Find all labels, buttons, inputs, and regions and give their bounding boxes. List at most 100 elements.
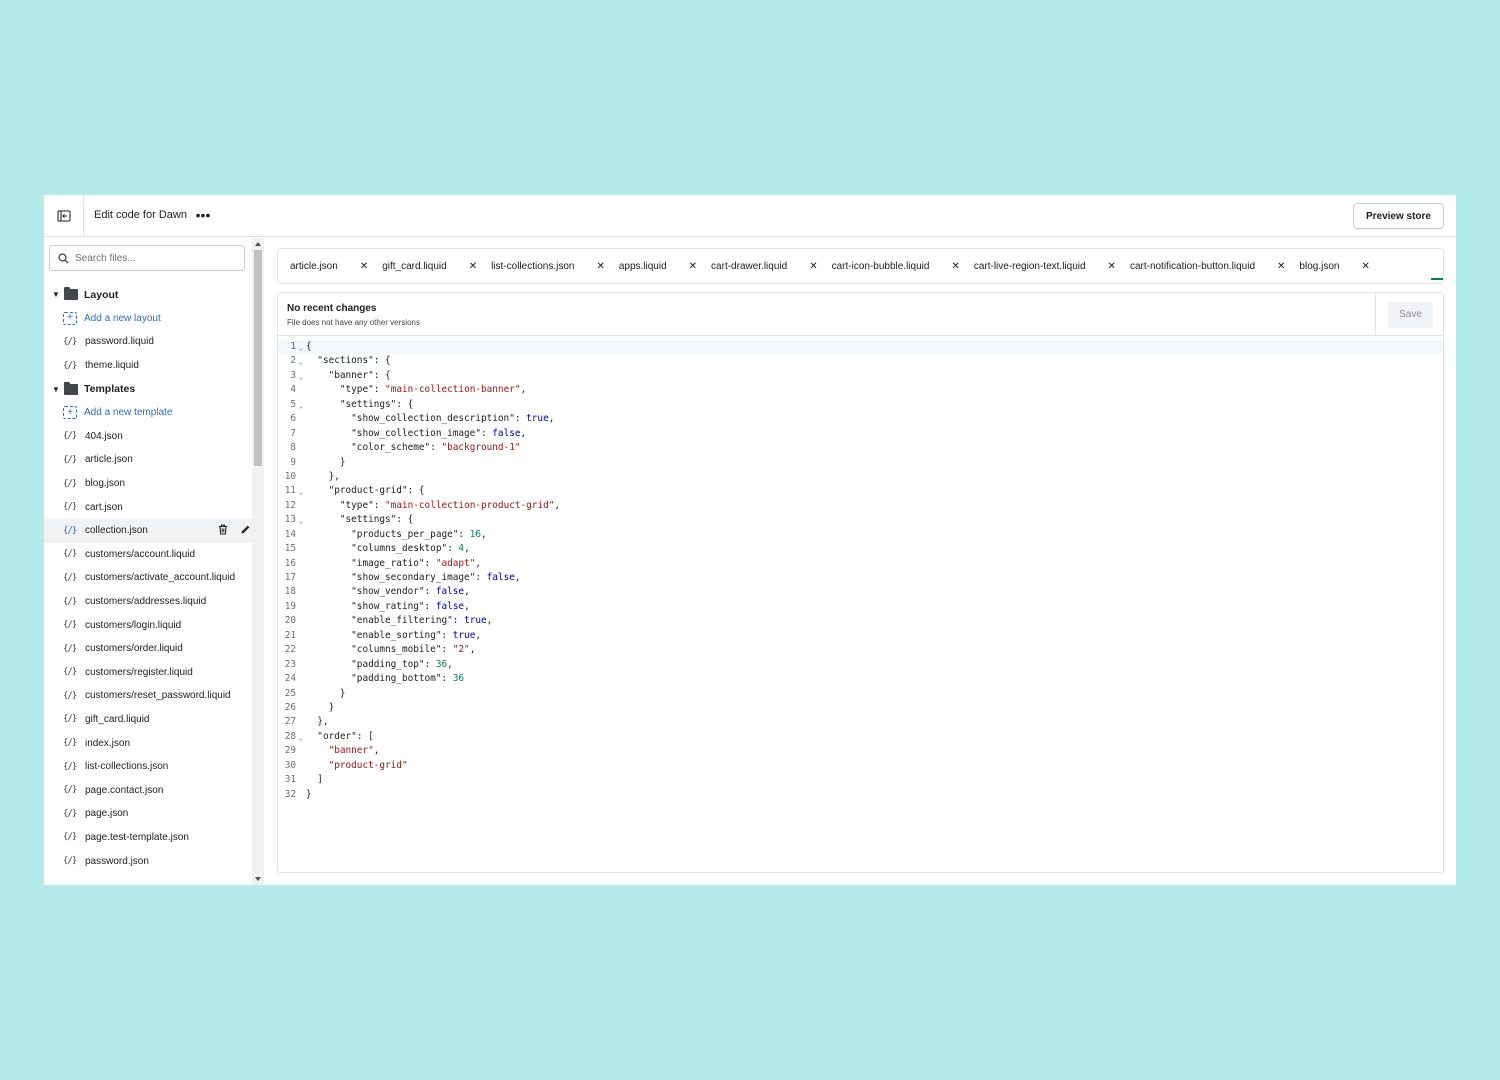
code-line[interactable]: 8 "color_scheme": "background-1" <box>278 441 1443 455</box>
scroll-down-arrow-icon[interactable] <box>255 877 261 881</box>
search-box[interactable] <box>49 245 245 271</box>
code-line[interactable]: 27 }, <box>278 715 1443 729</box>
file-item[interactable]: {/} password.liquid <box>44 330 254 354</box>
fold-chevron-icon[interactable]: ⌄ <box>296 398 306 412</box>
file-item[interactable]: {/} gift_card.liquid <box>44 708 254 732</box>
fold-chevron-icon[interactable]: ⌄ <box>296 354 306 368</box>
code-line[interactable]: 31 ] <box>278 773 1443 787</box>
more-actions-button[interactable]: ••• <box>194 205 212 225</box>
code-line[interactable]: 12 "type": "main-collection-product-grid… <box>278 499 1443 513</box>
code-editor[interactable]: 1 ⌄{2 ⌄ "sections": {3 ⌄ "banner": {4 "type… <box>278 340 1443 870</box>
file-item[interactable]: {/} theme.liquid <box>44 354 254 378</box>
file-item[interactable]: {/} password.json <box>44 849 254 873</box>
close-tab-icon[interactable]: ✕ <box>809 261 817 272</box>
add-new-template-link[interactable]: + Add a new template <box>44 401 254 425</box>
code-line[interactable]: 25 } <box>278 687 1443 701</box>
file-item[interactable]: {/} page.json <box>44 802 254 826</box>
code-line[interactable]: 9 } <box>278 456 1443 470</box>
code-line[interactable]: 22 "columns_mobile": "2", <box>278 643 1443 657</box>
code-line[interactable]: 3 ⌄ "banner": { <box>278 369 1443 383</box>
editor-tab[interactable]: gift_card.liquid ✕ <box>382 248 491 284</box>
close-tab-icon[interactable]: ✕ <box>951 261 959 272</box>
fold-chevron-icon[interactable]: ⌄ <box>296 484 306 498</box>
add-new-layout-link[interactable]: + Add a new layout <box>44 307 254 331</box>
fold-chevron-icon[interactable]: ⌄ <box>296 340 306 354</box>
code-line[interactable]: 26 } <box>278 701 1443 715</box>
code-line[interactable]: 19 "show_rating": false, <box>278 600 1443 614</box>
delete-icon[interactable] <box>216 523 230 537</box>
fold-chevron-icon[interactable]: ⌄ <box>296 513 306 527</box>
tab-label: article.json <box>290 260 338 272</box>
editor-tab[interactable]: apps.liquid ✕ <box>619 248 711 284</box>
code-line[interactable]: 5 ⌄ "settings": { <box>278 398 1443 412</box>
close-tab-icon[interactable]: ✕ <box>596 261 604 272</box>
close-tab-icon[interactable]: ✕ <box>469 261 477 272</box>
sidebar-scrollbar[interactable] <box>252 238 264 885</box>
editor-tab[interactable]: cart-notification-button.liquid ✕ <box>1130 248 1299 284</box>
file-item[interactable]: {/} page.contact.json <box>44 778 254 802</box>
fold-chevron-icon[interactable]: ⌄ <box>296 369 306 383</box>
code-line[interactable]: 13 ⌄ "settings": { <box>278 513 1443 527</box>
code-line[interactable]: 24 "padding_bottom": 36 <box>278 672 1443 686</box>
folder-templates[interactable]: ▼ Templates <box>44 377 254 401</box>
code-line[interactable]: 30 "product-grid" <box>278 759 1443 773</box>
code-line[interactable]: 16 "image_ratio": "adapt", <box>278 557 1443 571</box>
code-line[interactable]: 29 "banner", <box>278 744 1443 758</box>
exit-button[interactable] <box>44 195 84 237</box>
code-line[interactable]: 1 ⌄{ <box>278 340 1443 355</box>
file-item[interactable]: {/} list-collections.json <box>44 755 254 779</box>
scrollbar-thumb[interactable] <box>254 250 262 466</box>
close-tab-icon[interactable]: ✕ <box>1361 261 1369 272</box>
file-item[interactable]: {/} article.json <box>44 448 254 472</box>
file-item[interactable]: {/} cart.json <box>44 495 254 519</box>
editor-tab[interactable]: cart-drawer.liquid ✕ <box>711 248 832 284</box>
rename-pencil-icon[interactable] <box>238 523 252 537</box>
code-line[interactable]: 2 ⌄ "sections": { <box>278 354 1443 368</box>
code-line[interactable]: 11 ⌄ "product-grid": { <box>278 484 1443 498</box>
file-item[interactable]: {/} customers/reset_password.liquid <box>44 684 254 708</box>
fold-chevron-icon[interactable]: ⌄ <box>296 730 306 744</box>
file-item[interactable]: {/} page.test-template.json <box>44 826 254 850</box>
close-tab-icon[interactable]: ✕ <box>1277 261 1285 272</box>
code-line[interactable]: 18 "show_vendor": false, <box>278 585 1443 599</box>
file-item[interactable]: {/} 404.json <box>44 425 254 449</box>
close-tab-icon[interactable]: ✕ <box>689 261 697 272</box>
file-item[interactable]: {/} index.json <box>44 731 254 755</box>
file-item[interactable]: {/} customers/addresses.liquid <box>44 590 254 614</box>
code-line[interactable]: 10 }, <box>278 470 1443 484</box>
editor-tab[interactable]: cart-live-region-text.liquid ✕ <box>974 248 1130 284</box>
editor-tab[interactable]: blog.json ✕ <box>1299 248 1383 284</box>
file-item[interactable]: {/} customers/activate_account.liquid <box>44 566 254 590</box>
file-item[interactable]: {/} customers/account.liquid <box>44 543 254 567</box>
code-line[interactable]: 7 "show_collection_image": false, <box>278 427 1443 441</box>
code-line[interactable]: 20 "enable_filtering": true, <box>278 614 1443 628</box>
code-line[interactable]: 23 "padding_top": 36, <box>278 658 1443 672</box>
folder-layout[interactable]: ▼ Layout <box>44 283 254 307</box>
fold-gutter <box>296 701 306 715</box>
code-file-icon: {/} <box>63 667 77 678</box>
search-input[interactable] <box>75 252 235 264</box>
code-line[interactable]: 17 "show_secondary_image": false, <box>278 571 1443 585</box>
file-name: cart.json <box>85 501 123 513</box>
code-line[interactable]: 32} <box>278 788 1443 802</box>
code-line[interactable]: 14 "products_per_page": 16, <box>278 528 1443 542</box>
preview-store-button[interactable]: Preview store <box>1352 203 1444 229</box>
code-line[interactable]: 4 "type": "main-collection-banner", <box>278 383 1443 397</box>
file-item[interactable]: {/} customers/login.liquid <box>44 613 254 637</box>
save-button[interactable]: Save <box>1388 301 1433 328</box>
tab-label: cart-drawer.liquid <box>711 260 788 272</box>
code-line[interactable]: 6 "show_collection_description": true, <box>278 412 1443 426</box>
code-line[interactable]: 15 "columns_desktop": 4, <box>278 542 1443 556</box>
close-tab-icon[interactable]: ✕ <box>1108 261 1116 272</box>
editor-tab[interactable]: list-collections.json ✕ <box>491 248 619 284</box>
file-item[interactable]: {/} blog.json <box>44 472 254 496</box>
file-item[interactable]: {/} customers/order.liquid <box>44 637 254 661</box>
file-item[interactable]: {/} customers/register.liquid <box>44 661 254 685</box>
editor-tab[interactable]: article.json ✕ <box>290 248 382 284</box>
scroll-up-arrow-icon[interactable] <box>255 242 261 246</box>
code-line[interactable]: 21 "enable_sorting": true, <box>278 629 1443 643</box>
code-line[interactable]: 28 ⌄ "order": [ <box>278 730 1443 744</box>
editor-tab[interactable]: cart-icon-bubble.liquid ✕ <box>832 248 974 284</box>
file-item[interactable]: {/} collection.json <box>44 518 254 543</box>
close-tab-icon[interactable]: ✕ <box>360 261 368 272</box>
